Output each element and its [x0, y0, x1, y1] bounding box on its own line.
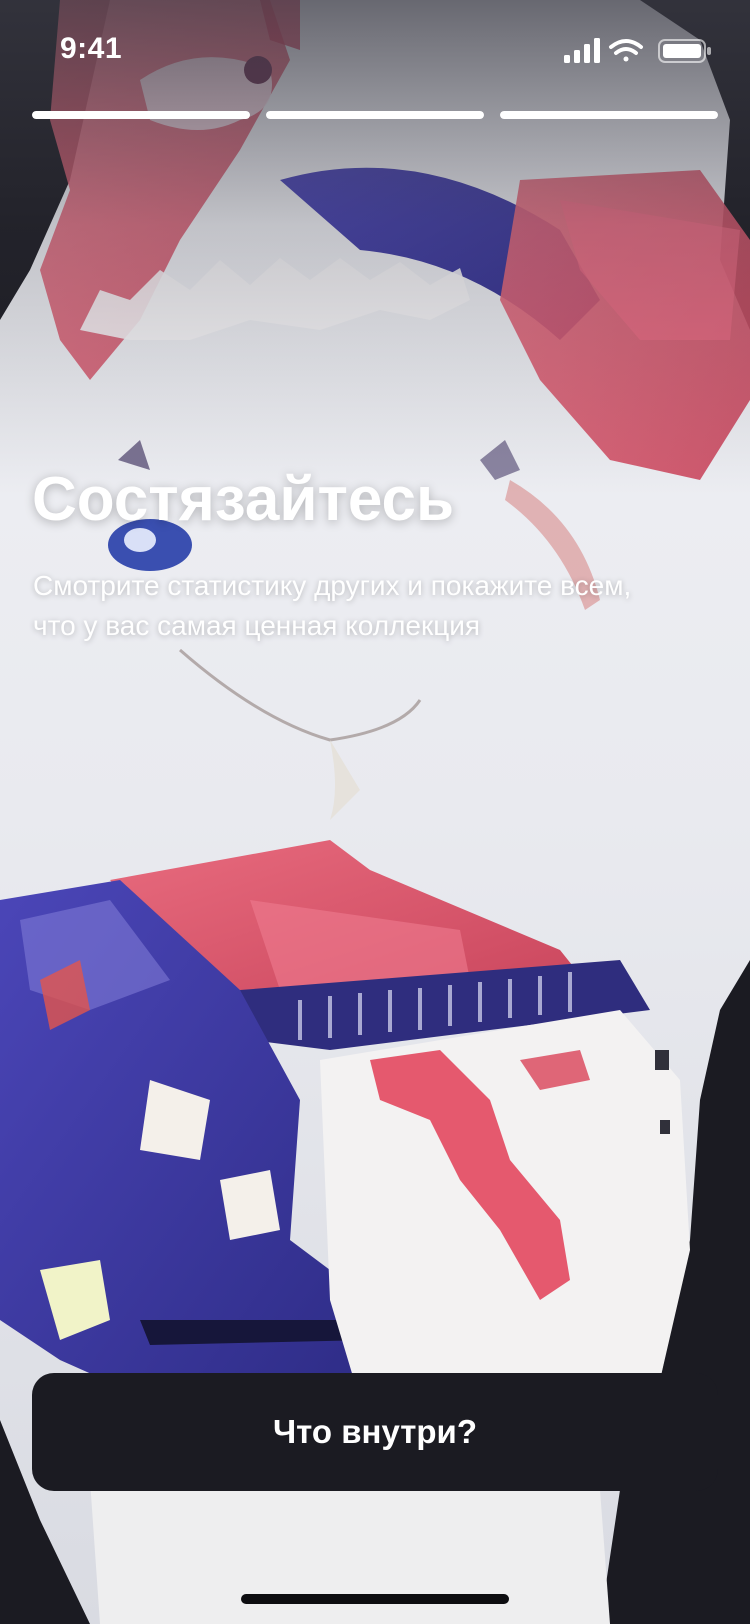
progress-segment-1	[32, 111, 250, 119]
onboarding-subtitle-line-2: что у вас самая ценная коллекция	[33, 610, 481, 641]
onboarding-title: Состязайтесь	[32, 465, 455, 534]
onboarding-screen: 9:41 Состязайтесь Смотрите статистику др…	[0, 0, 750, 1624]
status-bar: 9:41	[0, 0, 750, 100]
progress-segment-2	[266, 111, 484, 119]
status-icons	[564, 38, 711, 63]
home-indicator	[241, 1594, 509, 1604]
status-time: 9:41	[60, 32, 123, 65]
onboarding-subtitle: Смотрите статистику других и покажите вс…	[33, 566, 733, 646]
progress-segment-3	[500, 111, 718, 119]
whats-inside-button[interactable]: Что внутри?	[32, 1373, 718, 1491]
cellular-signal-icon	[564, 38, 600, 63]
battery-icon	[658, 39, 711, 63]
onboarding-subtitle-line-1: Смотрите статистику других и покажите вс…	[33, 570, 632, 601]
wifi-icon	[609, 39, 643, 62]
onboarding-progress	[32, 111, 718, 119]
